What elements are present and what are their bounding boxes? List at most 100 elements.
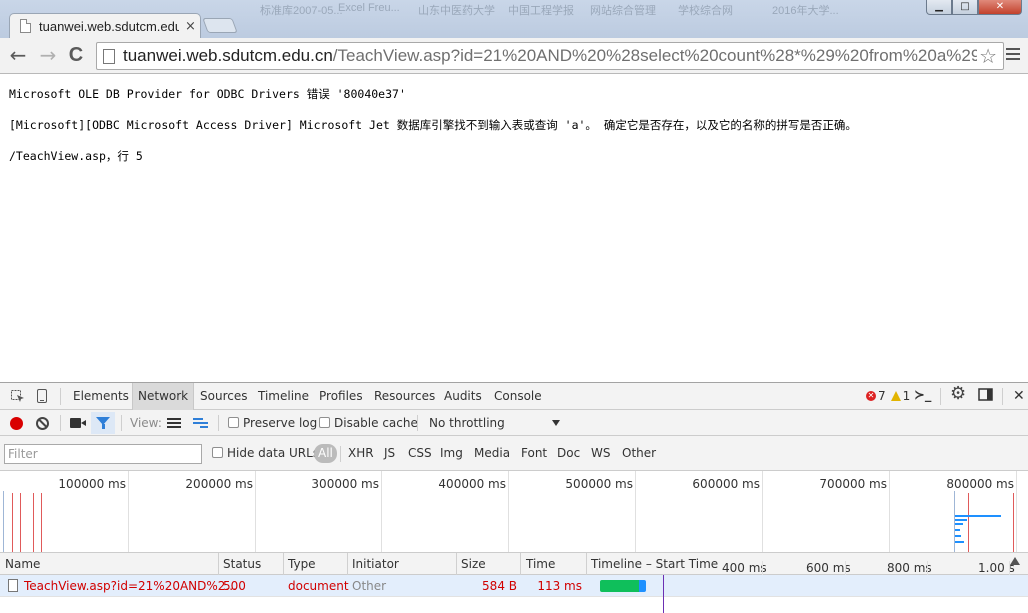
inspect-element-icon[interactable] [10,388,26,404]
column-time[interactable]: Time [526,557,555,571]
filter-media[interactable]: Media [474,446,510,460]
console-drawer-icon[interactable]: ≻_ [914,388,931,404]
column-status[interactable]: Status [223,557,261,571]
back-button[interactable]: ← [6,44,30,68]
reload-button[interactable]: C [64,44,88,68]
filter-js[interactable]: JS [384,446,395,460]
overview-request-bar [955,515,1001,517]
browser-tab-active[interactable]: tuanwei.web.sdutcm.edu × [9,13,201,38]
request-size: 584 B [482,579,517,593]
filter-xhr[interactable]: XHR [348,446,374,460]
tab-elements[interactable]: Elements [68,383,134,410]
new-tab-button[interactable] [202,18,238,33]
error-icon: ✕ [866,391,876,401]
filter-ws[interactable]: WS [591,446,610,460]
settings-gear-icon[interactable]: ⚙ [950,385,966,403]
close-devtools-icon[interactable]: ✕ [1013,388,1025,404]
column-initiator[interactable]: Initiator [352,557,399,571]
tab-audits[interactable]: Audits [439,383,487,410]
tab-title: tuanwei.web.sdutcm.edu [39,18,179,34]
minimize-button[interactable]: ▁ [926,0,952,15]
separator [417,415,418,431]
overview-tick: 200000 ms [185,477,253,491]
overview-tick: 400000 ms [438,477,506,491]
overview-marker [968,493,969,552]
filter-all-button[interactable]: All [314,444,337,463]
column-name[interactable]: Name [5,557,40,571]
overview-tick: 700000 ms [819,477,887,491]
waterfall-tick: 800 ms [887,561,932,575]
column-timeline[interactable]: Timeline – Start Time [591,557,718,571]
record-button[interactable] [10,417,23,430]
warning-count: 1 [902,389,911,403]
overview-tick: 600000 ms [692,477,760,491]
preserve-log-checkbox[interactable] [228,417,239,428]
page-info-icon[interactable] [103,48,115,64]
devtools-panel: Elements Network Sources Timeline Profil… [0,382,1028,613]
waterfall-tick: 400 ms [722,561,767,575]
tab-timeline[interactable]: Timeline [253,383,314,410]
filter-input[interactable] [4,444,202,464]
device-mode-icon[interactable] [36,388,48,404]
filter-other[interactable]: Other [622,446,656,460]
tab-network[interactable]: Network [132,383,195,410]
filter-toggle-button[interactable] [91,412,115,434]
separator [60,415,61,431]
request-initiator: Other [352,579,387,593]
table-row[interactable]: TeachView.asp?id=21%20AND%2... 500 docum… [0,575,1028,597]
error-count: 7 [878,389,886,403]
background-tab-title: 中国工程学报 [508,5,574,17]
filter-font[interactable]: Font [521,446,547,460]
chevron-down-icon[interactable] [552,420,560,426]
error-location-line: /TeachView.asp，行 5 [9,149,143,163]
network-overview-timeline[interactable]: 100000 ms 200000 ms 300000 ms 400000 ms … [0,471,1028,553]
title-bar: 标准库2007-05... Excel Freu... 山东中医药大学 中国工程… [0,0,1028,38]
document-icon [8,579,18,592]
maximize-button[interactable]: □ [952,0,978,15]
overview-request-bar [955,529,960,531]
url-path: /TeachView.asp?id=21%20AND%20%28select%2… [332,46,981,65]
request-name[interactable]: TeachView.asp?id=21%20AND%2... [24,579,237,593]
forward-button[interactable]: → [36,44,60,68]
background-tab-title: Excel Freu... [338,2,400,14]
error-warning-counter[interactable]: ✕ 7 1 [866,389,910,403]
bookmark-star-icon[interactable]: ☆ [977,44,997,68]
view-label: View: [130,416,162,430]
capture-screenshots-icon[interactable] [70,418,86,428]
filter-css[interactable]: CSS [408,446,432,460]
overview-marker [33,493,34,552]
close-window-button[interactable]: ✕ [978,0,1022,15]
address-bar[interactable]: tuanwei.web.sdutcm.edu.cn/TeachView.asp?… [96,42,1004,70]
menu-icon[interactable] [1006,48,1020,63]
dock-side-icon[interactable] [978,388,994,404]
filter-img[interactable]: Img [440,446,463,460]
window-controls: ▁ □ ✕ [926,0,1022,15]
overview-view-icon[interactable] [193,418,208,430]
filter-doc[interactable]: Doc [557,446,580,460]
overview-marker [3,491,4,552]
warning-icon [890,391,901,401]
overview-request-bar [955,523,963,525]
sort-ascending-icon[interactable] [1010,557,1020,565]
table-empty-area [0,597,1028,613]
tab-sources[interactable]: Sources [195,383,252,410]
tab-close-icon[interactable]: × [185,19,196,34]
network-toolbar: View: Preserve log Disable cache No thro… [0,410,1028,436]
overview-tick: 800000 ms [946,477,1014,491]
tab-resources[interactable]: Resources [369,383,440,410]
column-type[interactable]: Type [288,557,316,571]
clear-button[interactable] [36,417,49,430]
tab-profiles[interactable]: Profiles [314,383,368,410]
column-size[interactable]: Size [461,557,486,571]
disable-cache-checkbox[interactable] [319,417,330,428]
throttling-select[interactable]: No throttling [429,416,505,430]
overview-request-bar [955,541,964,543]
separator [60,388,61,405]
request-status: 500 [223,579,246,593]
request-type: document [288,579,349,593]
hide-data-urls-checkbox[interactable] [212,447,223,458]
large-rows-view-icon[interactable] [167,418,181,430]
overview-tick: 100000 ms [58,477,126,491]
overview-tick: 300000 ms [311,477,379,491]
tab-console[interactable]: Console [489,383,547,410]
